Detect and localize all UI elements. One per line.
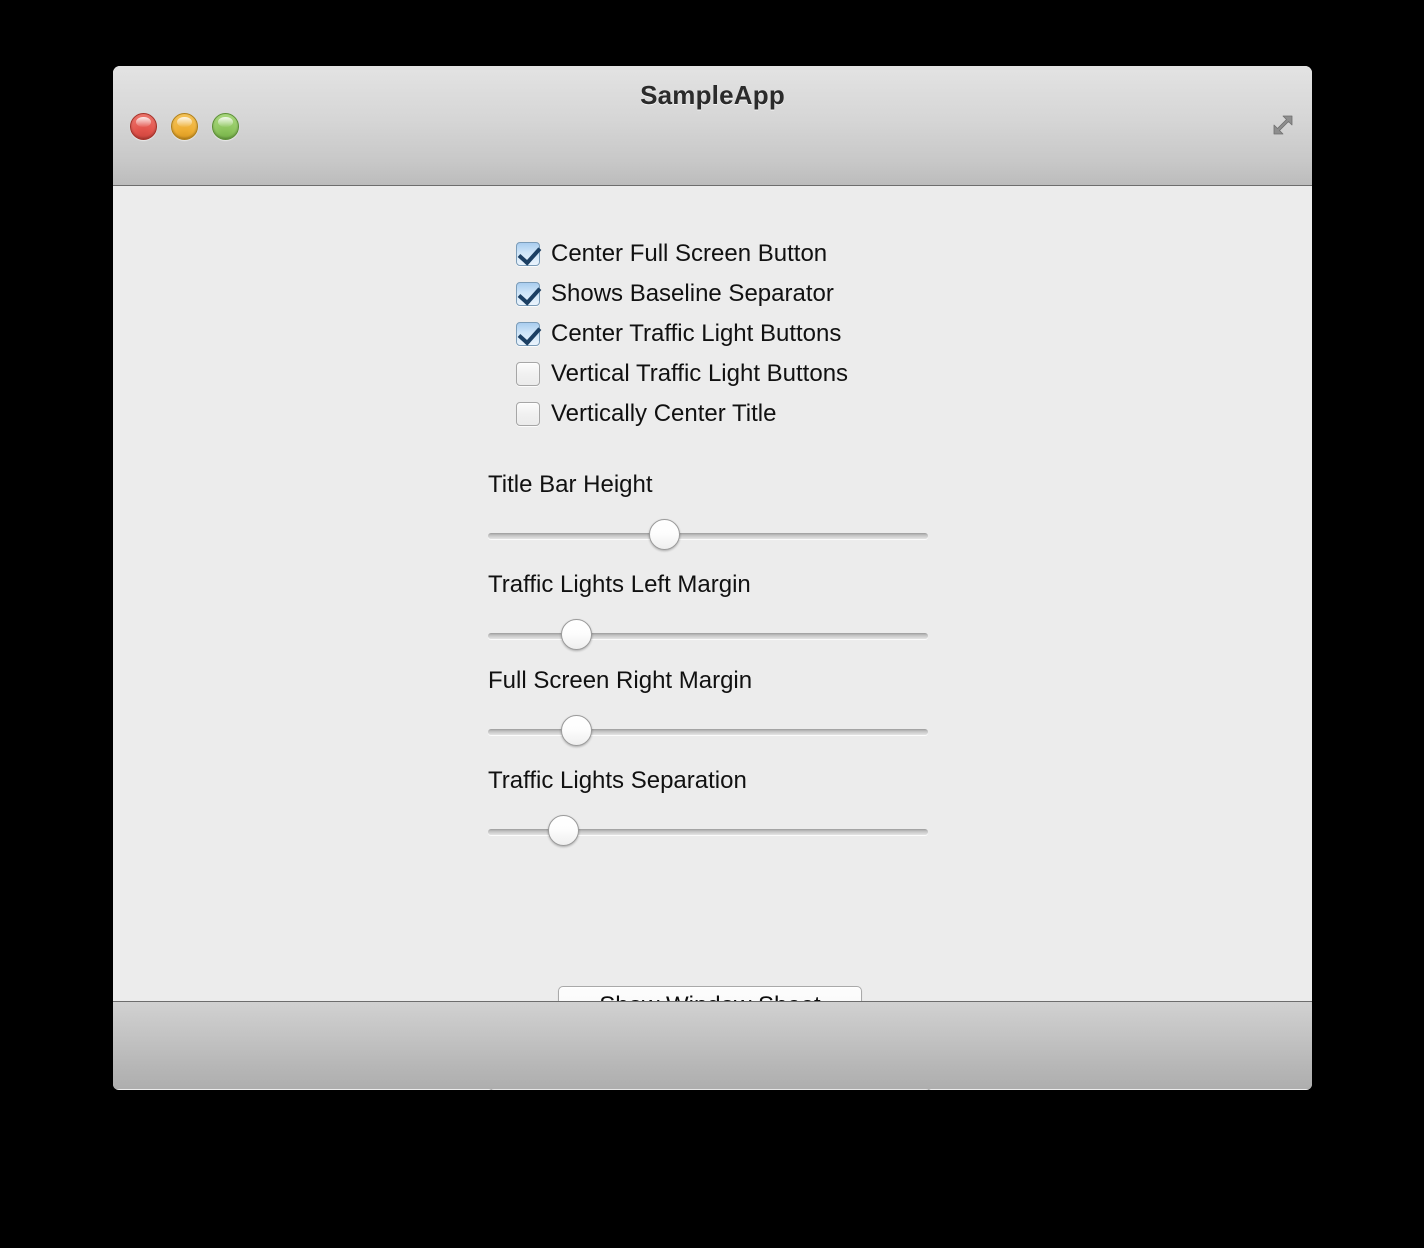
checkbox-vertically-center-title[interactable] (516, 402, 540, 426)
window-titlebar: SampleApp (113, 66, 1312, 186)
slider-block-full-screen-right-margin: Full Screen Right Margin (488, 667, 928, 749)
slider-block-title-bar-height: Title Bar Height (488, 471, 928, 553)
slider-full-screen-right-margin[interactable] (488, 715, 928, 749)
checkbox-label: Shows Baseline Separator (551, 280, 834, 307)
checkbox-label: Vertically Center Title (551, 400, 777, 427)
slider-knob[interactable] (649, 519, 680, 550)
slider-title-bar-height[interactable] (488, 519, 928, 553)
traffic-light-buttons (130, 113, 239, 140)
checkbox-center-full-screen-button[interactable] (516, 242, 540, 266)
checkbox-shows-baseline-separator[interactable] (516, 282, 540, 306)
checkbox-row-center-traffic-light-buttons[interactable]: Center Traffic Light Buttons (516, 314, 848, 354)
zoom-button-icon[interactable] (212, 113, 239, 140)
slider-block-traffic-lights-left-margin: Traffic Lights Left Margin (488, 571, 928, 653)
checkbox-row-vertically-center-title[interactable]: Vertically Center Title (516, 394, 848, 434)
checkbox-center-traffic-light-buttons[interactable] (516, 322, 540, 346)
slider-knob[interactable] (547, 815, 579, 846)
window-content: Center Full Screen Button Shows Baseline… (113, 186, 1312, 1090)
checkbox-row-center-full-screen-button[interactable]: Center Full Screen Button (516, 234, 848, 274)
slider-knob[interactable] (561, 715, 592, 746)
slider-track[interactable] (488, 729, 928, 735)
slider-traffic-lights-left-margin[interactable] (488, 619, 928, 653)
checkbox-label: Center Full Screen Button (551, 240, 828, 267)
slider-traffic-lights-separation[interactable] (488, 815, 928, 849)
slider-label: Full Screen Right Margin (488, 667, 753, 694)
checkbox-vertical-traffic-light-buttons[interactable] (516, 362, 540, 386)
checkbox-label: Center Traffic Light Buttons (551, 320, 842, 347)
app-window: SampleApp Center Full Screen Button Show… (113, 66, 1312, 1090)
slider-block-traffic-lights-separation: Traffic Lights Separation (488, 767, 928, 849)
checkbox-label: Vertical Traffic Light Buttons (551, 360, 849, 387)
slider-label: Traffic Lights Separation (488, 767, 747, 794)
close-button-icon[interactable] (130, 113, 157, 140)
slider-label: Title Bar Height (488, 471, 653, 498)
fullscreen-diagonal-arrows-icon[interactable] (1266, 112, 1296, 142)
screen: SampleApp Center Full Screen Button Show… (0, 0, 1424, 1248)
slider-track[interactable] (488, 533, 928, 539)
slider-knob[interactable] (561, 619, 592, 650)
options-checkbox-group: Center Full Screen Button Shows Baseline… (516, 234, 848, 434)
window-bottom-bar (113, 1001, 1312, 1089)
checkbox-row-shows-baseline-separator[interactable]: Shows Baseline Separator (516, 274, 848, 314)
slider-track[interactable] (488, 633, 928, 639)
window-title: SampleApp (640, 80, 785, 110)
minimize-button-icon[interactable] (171, 113, 198, 140)
slider-label: Traffic Lights Left Margin (488, 571, 751, 598)
checkbox-row-vertical-traffic-light-buttons[interactable]: Vertical Traffic Light Buttons (516, 354, 848, 394)
